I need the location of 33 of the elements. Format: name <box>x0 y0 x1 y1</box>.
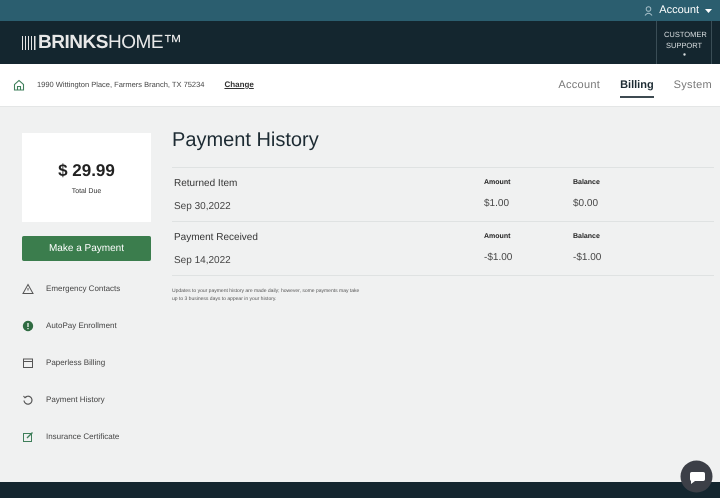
sidebar-link[interactable]: Paperless Billing <box>46 357 106 369</box>
page-title: Payment History <box>172 125 714 168</box>
chat-icon[interactable] <box>680 460 713 493</box>
change-address-link[interactable]: Change <box>224 79 254 91</box>
exclamation-circle-icon <box>22 320 34 332</box>
transaction-date: Sep 30,2022 <box>174 200 232 214</box>
sidebar-link[interactable]: AutoPay Enrollment <box>46 320 117 332</box>
caret-icon <box>705 8 712 12</box>
calendar-icon <box>22 357 34 369</box>
transaction-type: Returned Item <box>174 176 238 190</box>
total-due-amount: $ 29.99 <box>58 160 115 182</box>
dot-icon <box>682 53 686 56</box>
edit-icon <box>22 431 34 443</box>
account-menu-button[interactable]: Account <box>659 2 712 19</box>
transaction-balance: -$1.00 <box>573 251 602 266</box>
history-icon <box>22 394 34 406</box>
warning-icon <box>22 283 34 295</box>
sidebar-link[interactable]: Insurance Certificate <box>46 431 120 443</box>
transaction-balance: $0.00 <box>573 197 600 212</box>
sidebar-link[interactable]: Emergency Contacts <box>46 283 120 295</box>
transaction-date: Sep 14,2022 <box>174 254 232 268</box>
transaction-amount: -$1.00 <box>484 251 514 266</box>
logo-bars-icon <box>22 36 36 50</box>
make-payment-button[interactable]: Make a Payment <box>22 236 151 261</box>
user-icon <box>644 6 654 16</box>
nav-tab[interactable]: System <box>674 76 712 94</box>
nav-tab[interactable]: Billing <box>620 76 654 98</box>
home-icon <box>13 79 25 91</box>
brand-logo: BRINKSHOME™ <box>38 33 182 52</box>
transaction-type: Payment Received <box>174 230 259 244</box>
transaction-amount: $1.00 <box>484 197 510 212</box>
sidebar-link[interactable]: Payment History <box>46 394 105 406</box>
nav-tab[interactable]: Account <box>558 76 600 94</box>
